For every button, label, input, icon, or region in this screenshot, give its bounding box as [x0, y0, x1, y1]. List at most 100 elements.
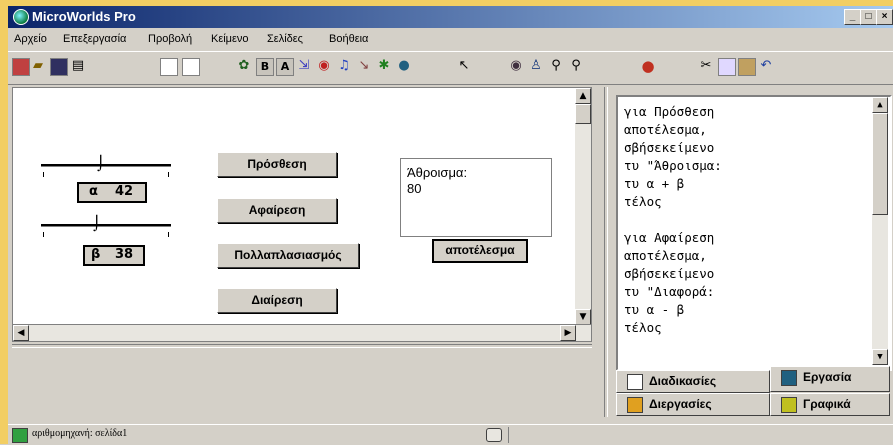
page-canvas[interactable]: ⌡ α 42 ⌡ β 38 Πρόσθεση Αφαίρεση Πολλαπλα…: [12, 87, 592, 326]
menu-view[interactable]: Προβολή: [148, 33, 192, 45]
page-view-icon[interactable]: [160, 58, 178, 76]
scroll-up-arrow-icon[interactable]: ▲: [575, 88, 591, 104]
close-button[interactable]: ×: [876, 9, 893, 25]
window-frame: MicroWorlds Pro _ □ × Αρχείο Επεξεργασία…: [0, 0, 893, 444]
tab-processes[interactable]: Διεργασίες: [616, 393, 770, 416]
app-window: MicroWorlds Pro _ □ × Αρχείο Επεξεργασία…: [8, 6, 893, 444]
flask-icon: [627, 396, 643, 413]
add-button[interactable]: Πρόσθεση: [217, 152, 337, 177]
zoom-in-icon[interactable]: ⚲: [548, 58, 564, 74]
slider-a[interactable]: ⌡: [41, 157, 171, 178]
multiply-button[interactable]: Πολλαπλασιασμός: [217, 243, 359, 268]
procedures-scroll-down-icon[interactable]: ▼: [872, 349, 888, 365]
result-label: Άθροισμα:: [407, 165, 468, 180]
result-button[interactable]: αποτέλεσμα: [432, 239, 528, 263]
scroll-down-arrow-icon[interactable]: ▼: [575, 309, 591, 325]
page-vertical-scrollbar[interactable]: ▲ ▼: [575, 88, 591, 325]
procedure-line: σβήσεκείμενο: [624, 266, 715, 281]
menu-file[interactable]: Αρχείο: [14, 33, 47, 45]
scroll-left-arrow-icon[interactable]: ◀: [13, 325, 29, 341]
splitter[interactable]: [12, 344, 592, 348]
window-title: MicroWorlds Pro: [32, 9, 136, 24]
paint-icon[interactable]: ↘: [356, 58, 372, 74]
title-bar[interactable]: MicroWorlds Pro _ □ ×: [8, 6, 893, 28]
textbox-tool-icon[interactable]: A: [276, 58, 294, 76]
music-icon[interactable]: ♫: [336, 58, 352, 74]
cut-icon[interactable]: ✂: [698, 58, 714, 74]
procedure-line: τυ α - β: [624, 302, 685, 317]
menu-pages[interactable]: Σελίδες: [267, 33, 303, 45]
tab-graphics[interactable]: Γραφικά: [770, 393, 890, 416]
menu-edit[interactable]: Επεξεργασία: [63, 33, 126, 45]
tab-procedures-label: Διαδικασίες: [649, 374, 717, 388]
slider-a-label: α: [89, 184, 98, 199]
procedures-pane[interactable]: για Πρόσθεση αποτέλεσμα, σβήσεκείμενο τυ…: [616, 95, 892, 371]
paste-icon[interactable]: [738, 58, 756, 76]
menu-help[interactable]: Βοήθεια: [329, 33, 368, 45]
tab-project[interactable]: Εργασία: [770, 366, 890, 392]
procedure-line: αποτέλεσμα,: [624, 122, 707, 137]
pane-splitter[interactable]: [604, 87, 608, 417]
subtract-button[interactable]: Αφαίρεση: [217, 198, 337, 223]
scroll-right-arrow-icon[interactable]: ▶: [560, 325, 576, 341]
eye-tool-icon[interactable]: ◉: [316, 58, 332, 74]
procedure-line: για Αφαίρεση: [624, 230, 715, 245]
divide-button[interactable]: Διαίρεση: [217, 288, 337, 313]
procedures-scroll-up-icon[interactable]: ▲: [872, 97, 888, 113]
page-vertical-thumb[interactable]: [575, 104, 591, 124]
zoom-out-icon[interactable]: ⚲: [568, 58, 584, 74]
open-icon[interactable]: ▰: [30, 58, 46, 74]
undo-icon[interactable]: ↶: [758, 58, 774, 74]
media-icon[interactable]: ●: [396, 58, 412, 74]
result-value: 80: [407, 181, 422, 196]
shapes-icon[interactable]: ✱: [376, 58, 392, 74]
toolbar: ▰ ▤ ✿ B A ⇲ ◉ ♫ ↘ ✱ ● ↖ ◉ ♙ ⚲ ⚲ ● ✂ ↶: [8, 51, 893, 85]
button-tool-icon[interactable]: B: [256, 58, 274, 76]
hatch-turtle-icon[interactable]: ✿: [236, 58, 252, 74]
procedure-line: τέλος: [624, 320, 662, 335]
slider-tool-icon[interactable]: ⇲: [296, 58, 312, 74]
procedure-line: τυ α + β: [624, 176, 685, 191]
procedure-line: αποτέλεσμα,: [624, 248, 707, 263]
procedure-line: για Πρόσθεση: [624, 104, 715, 119]
slider-b-tick-max: [168, 232, 169, 237]
result-textbox[interactable]: Άθροισμα: 80: [400, 158, 552, 237]
pointer-icon[interactable]: ↖: [456, 58, 472, 74]
procedures-scrollbar[interactable]: ▲ ▼: [872, 97, 888, 365]
procedure-line: τέλος: [624, 194, 662, 209]
save-icon[interactable]: [50, 58, 68, 76]
book-icon: [627, 373, 643, 390]
pencil-icon: [781, 396, 797, 413]
procedures-view-icon[interactable]: [182, 58, 200, 76]
menu-bar: Αρχείο Επεξεργασία Προβολή Κείμενο Σελίδ…: [8, 30, 893, 49]
maximize-button[interactable]: □: [860, 9, 877, 25]
project-icon: [781, 369, 797, 386]
slider-b-value: 38: [115, 247, 134, 262]
eye-icon[interactable]: ◉: [508, 58, 524, 74]
new-project-icon[interactable]: [12, 58, 30, 76]
procedure-line: σβήσεκείμενο: [624, 140, 715, 155]
slider-a-track: [41, 164, 171, 167]
slider-b-thumb[interactable]: ⌡: [93, 217, 100, 231]
procedure-line: τυ "Διαφορά:: [624, 284, 715, 299]
stop-icon[interactable]: ●: [640, 58, 656, 74]
status-text: αριθμομηχανή: σελίδα1: [32, 428, 128, 439]
print-icon[interactable]: ▤: [70, 58, 86, 74]
slider-b-track: [41, 224, 171, 227]
slider-b[interactable]: ⌡: [41, 217, 171, 238]
tab-project-label: Εργασία: [803, 370, 852, 384]
status-comment-icon[interactable]: [486, 428, 502, 442]
slider-b-readout: β 38: [83, 245, 145, 266]
status-page-icon: [12, 428, 28, 443]
app-icon: [13, 9, 29, 25]
tab-procedures[interactable]: Διαδικασίες: [616, 370, 770, 393]
person-icon[interactable]: ♙: [528, 58, 544, 74]
slider-a-readout: α 42: [77, 182, 147, 203]
slider-b-label: β: [91, 247, 101, 262]
slider-a-thumb[interactable]: ⌡: [97, 157, 104, 171]
horizontal-scrollbar[interactable]: ◀ ▶: [12, 324, 592, 342]
menu-text[interactable]: Κείμενο: [211, 33, 249, 45]
procedures-scroll-thumb[interactable]: [872, 113, 888, 215]
minimize-button[interactable]: _: [844, 9, 861, 25]
copy-icon[interactable]: [718, 58, 736, 76]
